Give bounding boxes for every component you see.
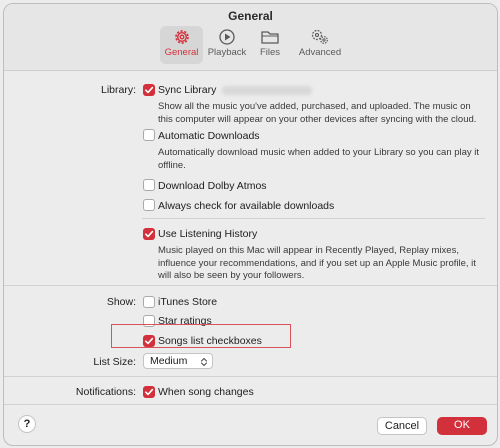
list-size-value: Medium xyxy=(150,355,188,367)
checkmark-icon xyxy=(145,86,154,94)
notifications-label: Notifications: xyxy=(75,386,136,398)
toolbar: General General Playback Files Advanced xyxy=(4,4,497,71)
checkmark-icon xyxy=(145,230,154,238)
help-button[interactable]: ? xyxy=(18,415,36,433)
checkmark-icon xyxy=(145,388,154,396)
tab-advanced-label: Advanced xyxy=(298,47,342,58)
checkmark-icon xyxy=(145,337,154,345)
divider xyxy=(142,218,485,219)
list-size-label: List Size: xyxy=(93,356,136,368)
help-button-label: ? xyxy=(23,418,31,430)
sync-library-label: Sync Library xyxy=(158,84,217,96)
general-pane: Library: Sync Library Show all the music… xyxy=(4,71,497,445)
cancel-button[interactable]: Cancel xyxy=(377,417,427,435)
when-song-changes-checkbox[interactable] xyxy=(143,386,155,398)
preferences-window: General General Playback Files Advanced … xyxy=(3,3,498,446)
gears-icon xyxy=(311,29,328,44)
always-check-downloads-label: Always check for available downloads xyxy=(158,200,335,212)
tab-playback[interactable]: Playback xyxy=(205,26,249,64)
library-label: Library: xyxy=(100,84,136,96)
sync-library-row: Sync Library xyxy=(158,84,313,96)
window-title: General xyxy=(228,9,273,23)
divider xyxy=(4,376,497,377)
songs-list-checkboxes-label: Songs list checkboxes xyxy=(158,335,262,347)
divider xyxy=(4,404,497,405)
show-label: Show: xyxy=(106,296,136,308)
automatic-downloads-label: Automatic Downloads xyxy=(158,130,260,142)
tab-general-label: General xyxy=(164,47,199,58)
account-email-redacted xyxy=(222,85,313,95)
automatic-downloads-checkbox[interactable] xyxy=(143,129,155,141)
tab-general[interactable]: General xyxy=(160,26,203,64)
automatic-downloads-description: Automatically download music when added … xyxy=(158,147,480,171)
divider xyxy=(4,285,497,286)
when-song-changes-label: When song changes xyxy=(158,386,254,398)
chevron-updown-icon xyxy=(200,357,208,367)
sync-library-description: Show all the music you've added, purchas… xyxy=(158,101,477,125)
itunes-store-label: iTunes Store xyxy=(158,296,218,308)
use-listening-history-label: Use Listening History xyxy=(158,228,258,240)
use-listening-history-checkbox[interactable] xyxy=(143,228,155,240)
sync-library-checkbox[interactable] xyxy=(143,84,155,96)
songs-list-checkboxes-checkbox[interactable] xyxy=(143,335,155,347)
itunes-store-checkbox[interactable] xyxy=(143,296,155,308)
tab-files[interactable]: Files xyxy=(253,26,287,64)
list-size-select[interactable]: Medium xyxy=(143,353,213,369)
tab-files-label: Files xyxy=(259,47,281,58)
folder-icon xyxy=(261,31,279,44)
tab-playback-label: Playback xyxy=(207,47,247,58)
tab-advanced[interactable]: Advanced xyxy=(295,26,345,64)
download-dolby-atmos-label: Download Dolby Atmos xyxy=(158,180,267,192)
gear-icon xyxy=(174,30,189,44)
listening-history-description: Music played on this Mac will appear in … xyxy=(158,245,476,281)
always-check-downloads-checkbox[interactable] xyxy=(143,199,155,211)
download-dolby-atmos-checkbox[interactable] xyxy=(143,179,155,191)
ok-button[interactable]: OK xyxy=(437,417,487,435)
play-circle-icon xyxy=(219,29,235,45)
